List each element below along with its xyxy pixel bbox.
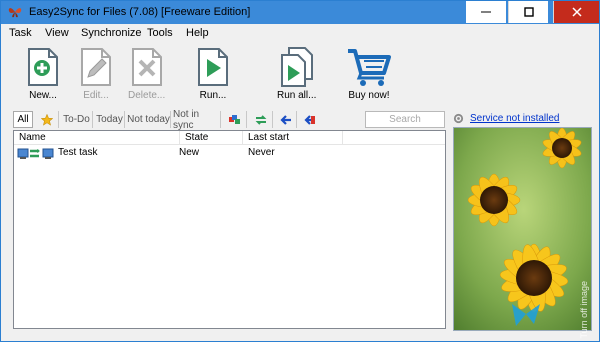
shopping-cart-icon <box>348 49 391 86</box>
multicolor-sync-icon <box>228 114 240 124</box>
minimize-icon <box>481 11 491 13</box>
menu-task[interactable]: Task <box>9 27 32 39</box>
minimize-button[interactable] <box>466 1 506 23</box>
run-all-label: Run all... <box>277 90 317 101</box>
filter-left[interactable] <box>275 111 297 128</box>
filter-conflict[interactable] <box>299 111 321 128</box>
menu-bar: Task View Synchronize Tools Help <box>1 24 599 43</box>
task-sync-icon <box>17 148 54 159</box>
sunflower-illustration <box>454 128 591 330</box>
service-status: Service not installed <box>453 111 560 125</box>
close-button[interactable] <box>553 1 599 23</box>
run-button[interactable]: Run... <box>195 47 231 101</box>
filter-not-today[interactable]: Not today <box>127 111 171 128</box>
edit-button[interactable]: Edit... <box>78 47 114 101</box>
green-sync-arrows-icon <box>255 114 266 125</box>
menu-view[interactable]: View <box>45 27 69 39</box>
maximize-icon <box>523 7 534 17</box>
run-all-icon <box>280 47 313 87</box>
filter-sync-both[interactable] <box>249 111 273 128</box>
run-icon <box>198 48 228 86</box>
task-name: Test task <box>58 147 98 158</box>
title-bar: Easy2Sync for Files (7.08) [Freeware Edi… <box>1 1 599 24</box>
blue-left-arrow-icon <box>279 114 291 125</box>
task-last-start: Never <box>248 147 275 158</box>
filter-todo[interactable]: To-Do <box>61 111 93 128</box>
task-list: Name State Last start Test task New Neve… <box>13 130 446 329</box>
close-icon <box>571 7 582 17</box>
app-window: Easy2Sync for Files (7.08) [Freeware Edi… <box>0 0 600 342</box>
star-icon <box>40 113 53 126</box>
column-state[interactable]: State <box>180 131 243 145</box>
run-all-button[interactable]: Run all... <box>277 47 316 101</box>
turn-off-image-link[interactable]: Turn off image <box>579 281 589 339</box>
buy-now-label: Buy now! <box>348 90 390 101</box>
menu-help[interactable]: Help <box>186 27 209 39</box>
edit-icon <box>81 48 111 86</box>
filter-not-in-sync[interactable]: Not in sync <box>173 109 221 131</box>
delete-button[interactable]: Delete... <box>128 47 165 101</box>
new-task-icon <box>28 48 58 86</box>
run-label: Run... <box>199 90 227 101</box>
delete-label: Delete... <box>128 90 166 101</box>
toolbar: New... Edit... Delete... Run... Run all.… <box>1 43 599 109</box>
red-left-arrow-icon <box>304 114 315 125</box>
filter-all[interactable]: All <box>13 111 33 128</box>
search-input[interactable] <box>365 111 445 128</box>
delete-icon <box>131 48 162 86</box>
edit-label: Edit... <box>83 90 109 101</box>
filter-errors[interactable] <box>223 111 247 128</box>
new-label: New... <box>29 90 57 101</box>
service-gear-icon <box>453 113 464 123</box>
app-butterfly-icon <box>8 8 22 18</box>
window-title: Easy2Sync for Files (7.08) [Freeware Edi… <box>29 6 251 18</box>
menu-tools[interactable]: Tools <box>147 27 173 39</box>
service-not-installed-link[interactable]: Service not installed <box>470 113 560 124</box>
column-last-start[interactable]: Last start <box>243 131 343 145</box>
filter-favorites[interactable] <box>35 111 59 128</box>
sunflower-image[interactable] <box>453 127 592 331</box>
new-button[interactable]: New... <box>25 47 61 101</box>
task-state: New <box>179 147 200 158</box>
table-row[interactable]: Test task New Never <box>14 146 445 160</box>
maximize-button[interactable] <box>508 1 548 23</box>
column-name[interactable]: Name <box>14 131 180 145</box>
buy-now-button[interactable]: Buy now! <box>346 47 392 101</box>
list-header: Name State Last start <box>14 131 445 145</box>
filter-today[interactable]: Today <box>95 111 125 128</box>
menu-synchronize[interactable]: Synchronize <box>81 27 142 39</box>
